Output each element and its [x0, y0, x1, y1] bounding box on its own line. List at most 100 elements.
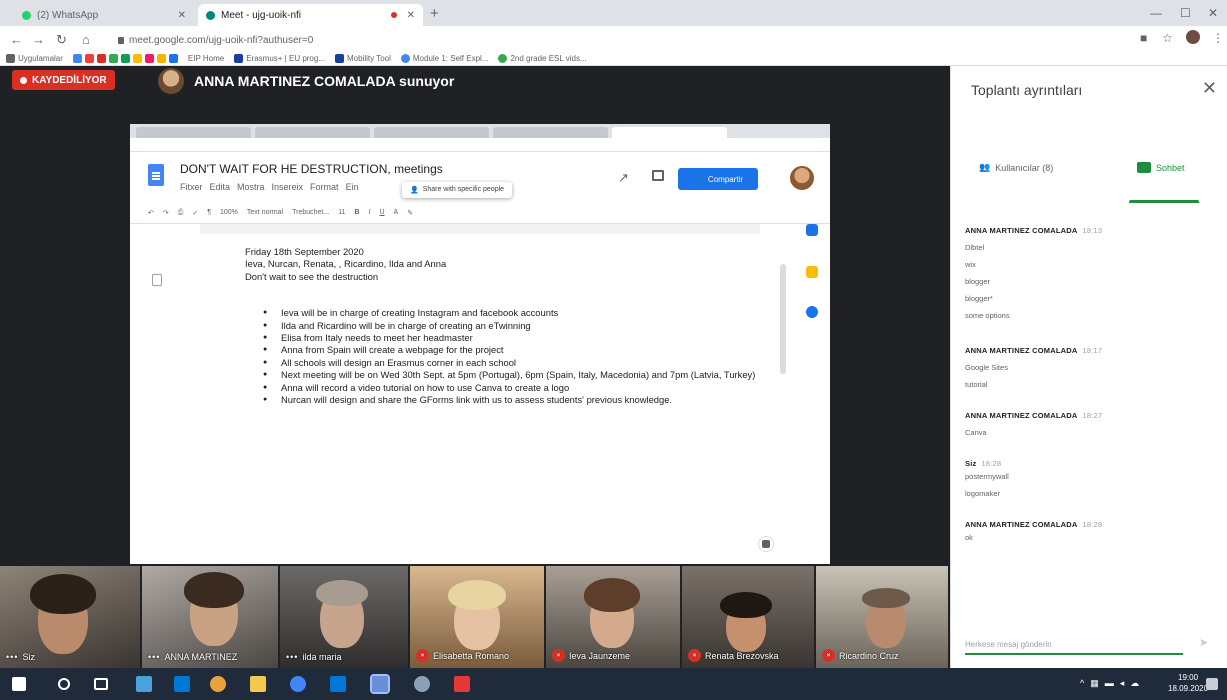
- participant-tile[interactable]: ✕ Elisabetta Romano: [410, 566, 546, 668]
- close-window-icon[interactable]: ✕: [1208, 6, 1218, 20]
- close-tab-icon[interactable]: ✕: [178, 10, 186, 21]
- profile-avatar[interactable]: [1186, 30, 1200, 44]
- volume-icon[interactable]: ◂: [1120, 678, 1125, 689]
- message-sender: ANNA MARTINEZ COMALADA 18:17: [965, 346, 1103, 355]
- task-view-icon[interactable]: [94, 678, 108, 690]
- highlight-icon[interactable]: ✎: [407, 209, 413, 217]
- home-icon[interactable]: ⌂: [82, 32, 90, 47]
- document-outline-icon[interactable]: [152, 274, 162, 286]
- chrome-icon[interactable]: [210, 676, 226, 692]
- participant-tile[interactable]: ••• ANNA MARTINEZ: [142, 566, 280, 668]
- doc-line: Ieva, Nurcan, Renata, , Ricardino, Ilda …: [245, 258, 447, 270]
- menu-edit[interactable]: Edita: [210, 182, 231, 192]
- bookmark-erasmus[interactable]: Erasmus+ | EU prog...: [234, 53, 325, 63]
- close-icon[interactable]: ✕: [1202, 78, 1217, 99]
- bookmark-esl[interactable]: 2nd grade ESL vids...: [498, 53, 587, 63]
- underline-button[interactable]: U: [379, 209, 384, 216]
- meeting-details-panel: Toplantı ayrıntıları ✕ 👥 Kullanıcılar (8…: [950, 66, 1227, 668]
- tab-whatsapp[interactable]: (2) WhatsApp ✕: [14, 4, 194, 26]
- share-button[interactable]: 👤 Compartir: [678, 168, 758, 190]
- text-color-button[interactable]: A: [394, 209, 399, 216]
- cloud-icon[interactable]: ☁: [1130, 678, 1139, 689]
- search-icon[interactable]: [58, 678, 70, 690]
- comment-icon[interactable]: [652, 170, 664, 181]
- browser-menu-icon[interactable]: ⋮: [1212, 31, 1224, 45]
- bold-button[interactable]: B: [354, 209, 359, 216]
- zoom-select[interactable]: 100%: [220, 209, 238, 216]
- clock-date: 18.09.2020: [1168, 684, 1209, 693]
- bookmark-module[interactable]: Module 1: Self Expl...: [400, 53, 488, 63]
- explore-button[interactable]: [758, 536, 774, 552]
- tab-chat[interactable]: Sohbet: [1137, 162, 1185, 173]
- tab-meet[interactable]: Meet - ujg-uoik-nfi ✕: [198, 4, 423, 26]
- participant-tile[interactable]: ✕ Ricardino Cruz: [816, 566, 950, 668]
- chat-message-input[interactable]: Herkese mesaj gönderin: [965, 640, 1183, 655]
- windows-start-icon[interactable]: [12, 677, 26, 691]
- list-item: Elisa from Italy needs to meet her headm…: [263, 332, 785, 345]
- store-icon[interactable]: [174, 676, 190, 692]
- bookmark-apps[interactable]: Uygulamalar: [6, 53, 63, 63]
- font-size-select[interactable]: 11: [338, 209, 345, 216]
- more-options-icon[interactable]: •••: [148, 652, 160, 662]
- style-select[interactable]: Text normal: [247, 209, 283, 216]
- presenter-label: ANNA MARTINEZ COMALADA sunuyor: [194, 73, 455, 89]
- notification-icon[interactable]: [1206, 678, 1218, 690]
- menu-insert[interactable]: Insereix: [272, 182, 304, 192]
- doc-title[interactable]: DON'T WAIT FOR HE DESTRUCTION, meetings: [180, 162, 443, 176]
- keep-icon[interactable]: [806, 266, 818, 278]
- camera-icon[interactable]: ■: [1140, 31, 1147, 45]
- doc-scrollbar[interactable]: [780, 264, 786, 374]
- participant-tile[interactable]: ✕ Ieva Jaunzeme: [546, 566, 682, 668]
- participant-tile[interactable]: ✕ Renata Brezovska: [682, 566, 816, 668]
- participant-tile[interactable]: ••• Siz: [0, 566, 142, 668]
- bookmark-icons[interactable]: [72, 53, 178, 63]
- tasks-icon[interactable]: [806, 306, 818, 318]
- star-icon[interactable]: ☆: [1162, 31, 1173, 45]
- panel-title: Toplantı ayrıntıları: [971, 82, 1083, 98]
- app-icon[interactable]: [414, 676, 430, 692]
- menu-tools[interactable]: Ein: [346, 182, 359, 192]
- chevron-up-icon[interactable]: ^: [1080, 678, 1084, 689]
- doc-user-avatar[interactable]: [790, 166, 814, 190]
- file-explorer-icon[interactable]: [250, 676, 266, 692]
- mail-icon[interactable]: [330, 676, 346, 692]
- forward-icon[interactable]: →: [32, 32, 45, 47]
- new-tab-icon[interactable]: +: [430, 5, 439, 22]
- paint-format-icon[interactable]: ¶: [207, 209, 211, 216]
- doc-page[interactable]: Friday 18th September 2020 Ieva, Nurcan,…: [245, 246, 785, 564]
- docs-header: DON'T WAIT FOR HE DESTRUCTION, meetings …: [130, 152, 830, 202]
- close-tab-icon[interactable]: ✕: [407, 10, 415, 21]
- more-options-icon[interactable]: •••: [286, 652, 298, 662]
- reload-icon[interactable]: ↻: [56, 32, 67, 48]
- ruler: [200, 224, 760, 234]
- maximize-icon[interactable]: ☐: [1180, 6, 1191, 20]
- italic-button[interactable]: I: [369, 209, 371, 216]
- battery-icon[interactable]: ▬: [1105, 678, 1114, 689]
- redo-icon[interactable]: ↷: [163, 209, 169, 217]
- message-time: 18:17: [1082, 346, 1103, 355]
- print-icon[interactable]: ⎙: [178, 209, 184, 217]
- pdf-reader-icon[interactable]: [454, 676, 470, 692]
- more-options-icon[interactable]: •••: [6, 652, 18, 662]
- participant-tile[interactable]: ••• ilda maria: [280, 566, 410, 668]
- active-window-icon[interactable]: [370, 674, 390, 694]
- menu-format[interactable]: Format: [310, 182, 339, 192]
- bookmark-eip[interactable]: EIP Home: [188, 54, 224, 63]
- network-icon[interactable]: ▦: [1090, 678, 1099, 689]
- url-field[interactable]: meet.google.com/ujg-uoik-nfi?authuser=0: [118, 32, 918, 48]
- minimize-icon[interactable]: —: [1150, 6, 1162, 20]
- calendar-icon[interactable]: [806, 224, 818, 236]
- menu-view[interactable]: Mostra: [237, 182, 265, 192]
- font-select[interactable]: Trebuchet...: [292, 209, 329, 216]
- back-icon[interactable]: ←: [10, 32, 23, 47]
- bookmark-mobility[interactable]: Mobility Tool: [335, 53, 391, 63]
- taskbar-clock[interactable]: 19:00 18.09.2020: [1168, 672, 1208, 694]
- spellcheck-icon[interactable]: ✓: [192, 209, 198, 217]
- menu-file[interactable]: Fitxer: [180, 182, 203, 192]
- edge-icon[interactable]: [290, 676, 306, 692]
- undo-icon[interactable]: ↶: [148, 209, 154, 217]
- tab-people[interactable]: 👥 Kullanıcılar (8): [979, 162, 1053, 173]
- file-app-icon[interactable]: [136, 676, 152, 692]
- activity-icon[interactable]: ↗: [618, 170, 629, 186]
- send-icon[interactable]: ➤: [1199, 636, 1208, 649]
